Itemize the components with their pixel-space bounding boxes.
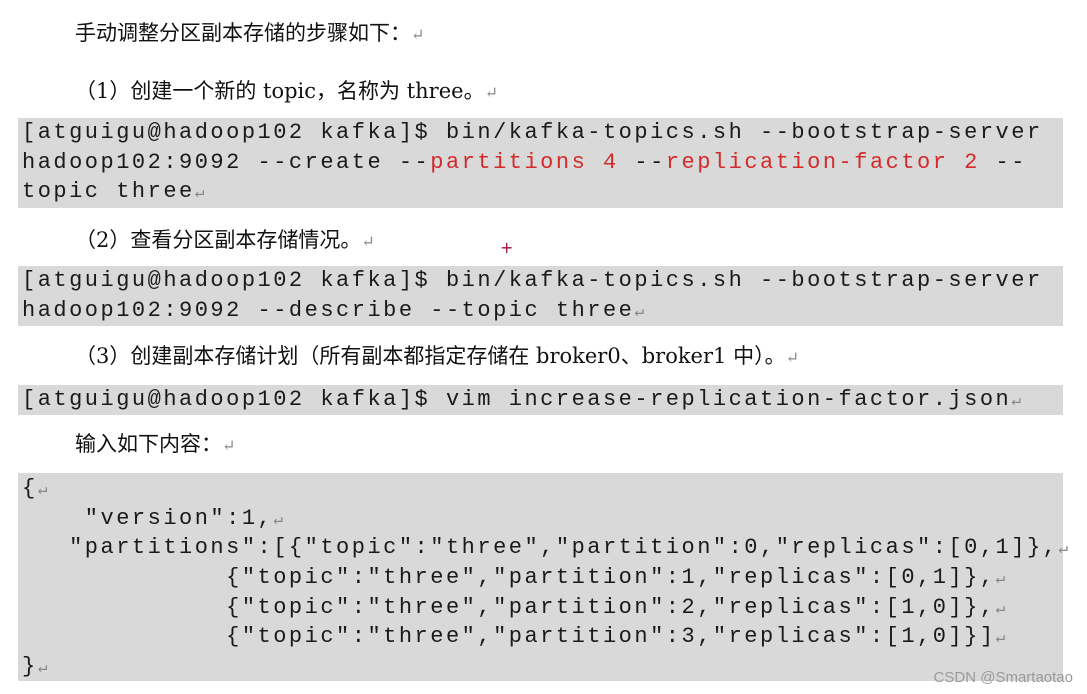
text: {"topic":"three","partition":2,"replicas… <box>22 594 996 620</box>
text: （3）创建副本存储计划（所有副本都指定存储在 broker0、broker1 中… <box>75 344 786 368</box>
return-mark-icon: ↵ <box>194 184 205 203</box>
text: （2）查看分区副本存储情况。 <box>75 228 362 252</box>
text: [atguigu@hadoop102 kafka]$ vim increase-… <box>22 387 1012 412</box>
return-mark-icon: ↵ <box>411 25 425 44</box>
return-mark-icon: ↵ <box>484 83 498 102</box>
crosshair-cursor-icon: + <box>500 238 514 257</box>
return-mark-icon: ↵ <box>361 232 375 251</box>
code-line: hadoop102:9092 --create --partitions 4 -… <box>18 148 1063 178</box>
highlighted-text: replication-factor 2 <box>665 149 980 175</box>
code-line: [atguigu@hadoop102 kafka]$ bin/kafka-top… <box>18 118 1063 148</box>
code-block-create-topic: [atguigu@hadoop102 kafka]$ bin/kafka-top… <box>18 118 1063 208</box>
return-mark-icon: ↵ <box>1011 392 1021 410</box>
step3-paragraph: （3）创建副本存储计划（所有副本都指定存储在 broker0、broker1 中… <box>75 341 799 373</box>
text: [atguigu@hadoop102 kafka]$ bin/kafka-top… <box>22 120 1043 145</box>
return-mark-icon: ↵ <box>785 348 799 367</box>
text: "version":1, <box>22 505 274 531</box>
text: （1）创建一个新的 topic，名称为 three。 <box>75 79 485 103</box>
step2-paragraph: （2）查看分区副本存储情况。↵ <box>75 225 375 257</box>
text: [atguigu@hadoop102 kafka]$ bin/kafka-top… <box>22 268 1043 293</box>
return-mark-icon: ↵ <box>634 302 645 321</box>
text: -- <box>979 149 1027 175</box>
code-line: {↵ <box>18 474 1063 504</box>
return-mark-icon: ↵ <box>222 436 236 455</box>
input-paragraph: 输入如下内容：↵ <box>75 429 235 461</box>
return-mark-icon: ↵ <box>1058 540 1068 559</box>
code-line: topic three↵ <box>18 177 1063 207</box>
code-line: {"topic":"three","partition":3,"replicas… <box>18 622 1063 652</box>
code-line: "version":1,↵ <box>18 504 1063 534</box>
code-line: }↵ <box>18 652 1063 682</box>
text: 输入如下内容： <box>75 432 222 456</box>
code-line: hadoop102:9092 --describe --topic three↵ <box>18 296 1063 326</box>
text: "partitions":[{"topic":"three","partitio… <box>22 535 1059 561</box>
text: hadoop102:9092 --describe --topic three <box>22 297 635 323</box>
text: 手动调整分区副本存储的步骤如下： <box>75 21 411 45</box>
return-mark-icon: ↵ <box>995 629 1006 648</box>
watermark: CSDN @Smartaotao <box>933 669 1073 686</box>
code-line: [atguigu@hadoop102 kafka]$ vim increase-… <box>18 385 1063 415</box>
code-line: "partitions":[{"topic":"three","partitio… <box>18 533 1068 563</box>
return-mark-icon: ↵ <box>37 481 48 499</box>
return-mark-icon: ↵ <box>273 510 283 529</box>
code-line: [atguigu@hadoop102 kafka]$ bin/kafka-top… <box>18 266 1063 296</box>
code-line: {"topic":"three","partition":1,"replicas… <box>18 563 1063 593</box>
text: } <box>22 654 38 680</box>
highlighted-text: partitions 4 <box>430 149 619 175</box>
code-line: {"topic":"three","partition":2,"replicas… <box>18 593 1063 623</box>
text: hadoop102:9092 --create -- <box>22 149 431 175</box>
text: {"topic":"three","partition":1,"replicas… <box>22 565 996 591</box>
return-mark-icon: ↵ <box>995 599 1006 618</box>
text: -- <box>618 149 666 175</box>
code-block-json: {↵ "version":1,↵ "partitions":[{"topic":… <box>18 473 1068 682</box>
text: topic three <box>22 179 195 205</box>
text: { <box>22 476 38 501</box>
return-mark-icon: ↵ <box>37 659 48 678</box>
return-mark-icon: ↵ <box>995 570 1006 589</box>
code-block-describe-topic: [atguigu@hadoop102 kafka]$ bin/kafka-top… <box>18 266 1063 326</box>
intro-paragraph: 手动调整分区副本存储的步骤如下：↵ <box>75 18 424 50</box>
text: {"topic":"three","partition":3,"replicas… <box>22 624 996 650</box>
step1-paragraph: （1）创建一个新的 topic，名称为 three。↵ <box>75 76 498 108</box>
code-block-vim: [atguigu@hadoop102 kafka]$ vim increase-… <box>18 385 1063 415</box>
